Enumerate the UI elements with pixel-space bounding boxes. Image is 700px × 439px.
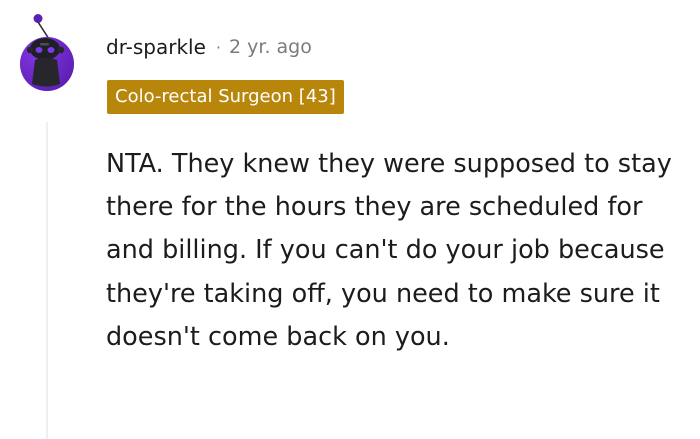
timestamp-link[interactable]: 2 yr. ago <box>229 36 312 58</box>
avatar[interactable] <box>18 14 76 94</box>
comment-body: NTA. They knew they were supposed to sta… <box>106 149 672 352</box>
comment-meta: dr-sparkle · 2 yr. ago <box>106 33 312 61</box>
snoo-avatar-icon <box>20 14 74 91</box>
user-flair: Colo-rectal Surgeon [43] <box>107 80 344 114</box>
thread-line[interactable] <box>46 122 48 439</box>
username-link[interactable]: dr-sparkle <box>106 35 206 59</box>
comment: dr-sparkle · 2 yr. ago Colo-rectal Surge… <box>0 0 700 439</box>
meta-separator: · <box>215 37 221 57</box>
